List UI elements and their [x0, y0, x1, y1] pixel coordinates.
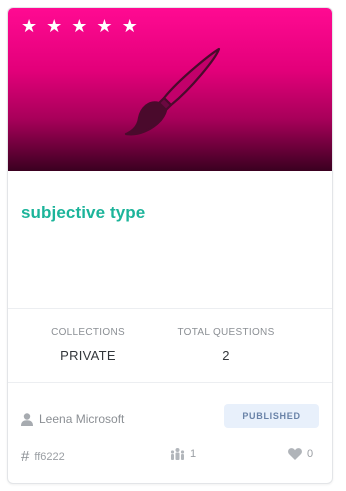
- stats-section: COLLECTIONS PRIVATE TOTAL QUESTIONS 2: [8, 308, 332, 383]
- likes-value: 0: [307, 448, 314, 460]
- collections-value: PRIVATE: [60, 348, 116, 363]
- star-icon: ★: [71, 16, 88, 37]
- heart-icon[interactable]: [288, 448, 302, 460]
- status-badge: PUBLISHED: [224, 404, 319, 428]
- collections-label: COLLECTIONS: [51, 327, 125, 338]
- color-code-value: ff6222: [34, 450, 65, 463]
- color-code: # ff6222: [21, 448, 65, 465]
- author-name: Leena Microsoft: [39, 412, 125, 426]
- star-icon: ★: [21, 16, 38, 37]
- questions-label: TOTAL QUESTIONS: [177, 327, 275, 338]
- star-rating: ★ ★ ★ ★ ★: [21, 18, 138, 36]
- user-icon: [21, 412, 33, 426]
- people-icon: [170, 448, 185, 460]
- hash-icon: #: [21, 448, 30, 465]
- card-banner: ★ ★ ★ ★ ★: [8, 8, 332, 171]
- quiz-card[interactable]: ★ ★ ★ ★ ★ subjective type COLLECTIONS PR…: [7, 7, 333, 484]
- members-count: 1: [170, 448, 196, 460]
- author[interactable]: Leena Microsoft: [21, 412, 124, 426]
- star-icon: ★: [121, 16, 138, 37]
- star-icon: ★: [46, 16, 63, 37]
- likes[interactable]: 0: [288, 448, 313, 460]
- card-footer: Leena Microsoft PUBLISHED # ff6222 1 0: [8, 382, 332, 483]
- paintbrush-icon: [124, 47, 221, 136]
- questions-value: 2: [222, 348, 230, 363]
- card-title[interactable]: subjective type: [21, 203, 145, 223]
- members-value: 1: [190, 448, 197, 460]
- star-icon: ★: [96, 16, 113, 37]
- title-section[interactable]: subjective type: [8, 171, 332, 309]
- collections-stat: COLLECTIONS PRIVATE: [28, 327, 148, 363]
- questions-stat: TOTAL QUESTIONS 2: [166, 327, 286, 363]
